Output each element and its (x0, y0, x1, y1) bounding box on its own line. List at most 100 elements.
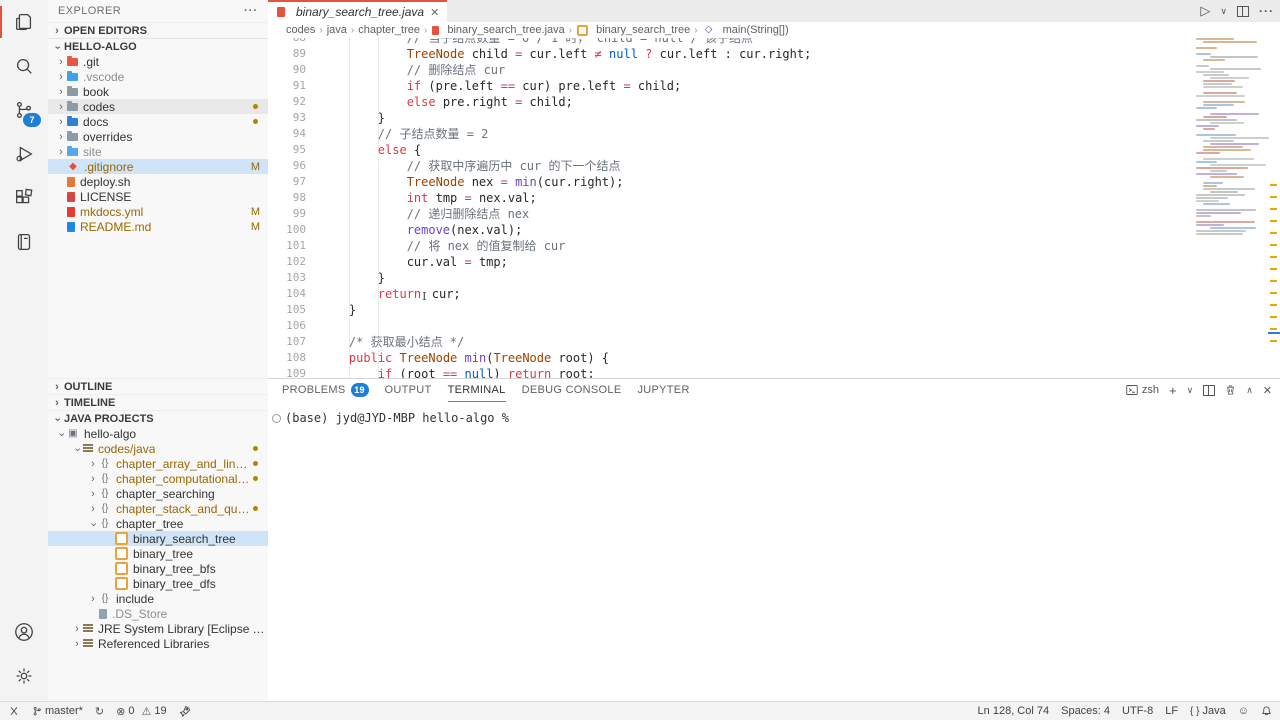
split-terminal-icon[interactable] (1203, 385, 1215, 396)
panel-tab-terminal[interactable]: TERMINAL (448, 379, 506, 402)
chevron-right-icon[interactable]: › (56, 86, 66, 98)
tree-item-book[interactable]: ›book (48, 84, 268, 99)
tree-item-jre-system-library-eclipse-temurin-17-17-[interactable]: ›JRE System Library [Eclipse Temurin 17 … (48, 621, 268, 636)
code-line-107[interactable]: 107/* 获取最小结点 */ (268, 334, 1280, 350)
code-line-92[interactable]: 92else pre.right = child; (268, 94, 1280, 110)
breadcrumb-item[interactable]: binary_search_tree (576, 24, 690, 36)
tree-item-hello-algo[interactable]: ›▣hello-algo (48, 426, 268, 441)
search-icon[interactable] (0, 44, 48, 88)
tree-item--git[interactable]: ›.git (48, 54, 268, 69)
account-icon[interactable] (0, 610, 48, 654)
run-dropdown-icon[interactable]: ∨ (1220, 6, 1227, 17)
breadcrumb-item[interactable]: chapter_tree (358, 24, 420, 36)
chevron-right-icon[interactable]: › (88, 488, 98, 500)
code-line-99[interactable]: 99// 递归删除结点 nex (268, 206, 1280, 222)
code-line-95[interactable]: 95else { (268, 142, 1280, 158)
chevron-right-icon[interactable]: › (56, 116, 66, 128)
remote-indicator[interactable] (8, 705, 20, 717)
tree-item--gitignore[interactable]: ◆.gitignoreM (48, 159, 268, 174)
tree-item-include[interactable]: ›{}include (48, 591, 268, 606)
tree-item-chapter-stack-and-queue[interactable]: ›{}chapter_stack_and_queue (48, 501, 268, 516)
chevron-right-icon[interactable]: › (72, 623, 82, 635)
sidebar-more-actions[interactable]: ··· (244, 5, 258, 17)
feedback-smiley-icon[interactable]: ☺ (1238, 705, 1249, 717)
code-line-89[interactable]: 89TreeNode child = cur.left ≠ null ? cur… (268, 46, 1280, 62)
breadcrumb-item[interactable]: java (327, 24, 347, 36)
chevron-right-icon[interactable]: › (88, 593, 98, 605)
code-line-98[interactable]: 98int tmp = nex.val; (268, 190, 1280, 206)
problems-status[interactable]: ⊗0 ⚠19 (116, 705, 166, 718)
encoding-status[interactable]: UTF-8 (1122, 705, 1153, 717)
tree-item-codes-java[interactable]: ›codes/java (48, 441, 268, 456)
code-line-103[interactable]: 103} (268, 270, 1280, 286)
chevron-down-icon[interactable]: › (56, 429, 68, 439)
code-line-96[interactable]: 96// 获取中序遍历中 cur 的下一个结点 (268, 158, 1280, 174)
chevron-right-icon[interactable]: › (88, 503, 98, 515)
code-line-101[interactable]: 101// 将 nex 的值复制给 cur (268, 238, 1280, 254)
breadcrumb-item[interactable]: codes (286, 24, 315, 36)
indentation-status[interactable]: Spaces: 4 (1061, 705, 1110, 717)
tree-item-chapter-array-and-linkedlist[interactable]: ›{}chapter_array_and_linkedlist (48, 456, 268, 471)
close-panel-icon[interactable]: ✕ (1263, 384, 1272, 397)
workspace-root[interactable]: › HELLO-ALGO (48, 38, 268, 54)
tree-item-chapter-tree[interactable]: ›{}chapter_tree (48, 516, 268, 531)
minimap[interactable] (1196, 38, 1268, 378)
tab-binary-search-tree[interactable]: binary_search_tree.java ✕ (268, 0, 447, 22)
maximize-panel-icon[interactable]: ∧ (1246, 385, 1253, 396)
trash-icon[interactable] (1225, 384, 1236, 396)
terminal-dropdown-icon[interactable]: ∨ (1187, 385, 1194, 396)
split-editor-icon[interactable] (1237, 6, 1249, 17)
git-branch-status[interactable]: master* (32, 705, 83, 717)
timeline-section[interactable]: › TIMELINE (48, 394, 268, 410)
tree-item-binary-tree[interactable]: binary_tree (48, 546, 268, 561)
tree-item-chapter-computational-complexity[interactable]: ›{}chapter_computational_complexity (48, 471, 268, 486)
chevron-right-icon[interactable]: › (56, 101, 66, 113)
chevron-right-icon[interactable]: › (72, 638, 82, 650)
explorer-icon[interactable] (0, 0, 48, 44)
chevron-right-icon[interactable]: › (56, 71, 66, 83)
tree-item-readme-md[interactable]: README.mdM (48, 219, 268, 234)
notifications-bell-icon[interactable] (1261, 705, 1272, 717)
panel-tab-problems[interactable]: PROBLEMS19 (282, 379, 369, 401)
chevron-down-icon[interactable]: › (72, 444, 84, 454)
code-line-104[interactable]: 104returnI cur; (268, 286, 1280, 302)
code-line-105[interactable]: 105} (268, 302, 1280, 318)
terminal-profile[interactable]: zsh (1126, 384, 1159, 396)
source-control-icon[interactable]: 7 (0, 88, 48, 132)
tree-item--vscode[interactable]: ›.vscode (48, 69, 268, 84)
code-editor[interactable]: 88// 当子结点数量 = 0 / 1 时， child = null / 该子… (268, 38, 1280, 378)
code-line-88[interactable]: 88// 当子结点数量 = 0 / 1 时， child = null / 该子… (268, 38, 1280, 46)
tree-item-deploy-sh[interactable]: deploy.sh (48, 174, 268, 189)
panel-tab-debug-console[interactable]: DEBUG CONSOLE (522, 379, 622, 401)
tree-item-overrides[interactable]: ›overrides (48, 129, 268, 144)
terminal-output[interactable]: (base) jyd@JYD-MBP hello-algo % (268, 401, 1280, 425)
close-icon[interactable]: ✕ (430, 6, 439, 19)
tree-item--ds-store[interactable]: .DS_Store (48, 606, 268, 621)
tree-item-binary-tree-dfs[interactable]: binary_tree_dfs (48, 576, 268, 591)
code-line-97[interactable]: 97TreeNode nex = min(cur.right); (268, 174, 1280, 190)
run-debug-icon[interactable] (0, 132, 48, 176)
chevron-right-icon[interactable]: › (88, 458, 98, 470)
tree-item-mkdocs-yml[interactable]: mkdocs.ymlM (48, 204, 268, 219)
cursor-position[interactable]: Ln 128, Col 74 (978, 705, 1050, 717)
notebook-icon[interactable] (0, 220, 48, 264)
code-line-102[interactable]: 102cur.val = tmp; (268, 254, 1280, 270)
breadcrumb-item[interactable]: ◇main(String[]) (702, 24, 789, 36)
tree-item-binary-tree-bfs[interactable]: binary_tree_bfs (48, 561, 268, 576)
chevron-right-icon[interactable]: › (56, 56, 66, 68)
java-projects-section[interactable]: › JAVA PROJECTS (48, 410, 268, 426)
outline-section[interactable]: › OUTLINE (48, 378, 268, 394)
code-line-106[interactable]: 106 (268, 318, 1280, 334)
code-line-109[interactable]: 109if (root == null) return root; (268, 366, 1280, 378)
panel-tab-jupyter[interactable]: JUPYTER (637, 379, 689, 401)
panel-tab-output[interactable]: OUTPUT (385, 379, 432, 401)
tree-item-binary-search-tree[interactable]: binary_search_tree (48, 531, 268, 546)
code-line-94[interactable]: 94// 子结点数量 = 2 (268, 126, 1280, 142)
run-button[interactable]: ▷ (1200, 3, 1210, 19)
code-line-91[interactable]: 91if (pre.left == cur) pre.left = child; (268, 78, 1280, 94)
chevron-right-icon[interactable]: › (56, 131, 66, 143)
tree-item-site[interactable]: ›site (48, 144, 268, 159)
breadcrumb-item[interactable]: binary_search_tree.java (431, 24, 564, 36)
code-line-93[interactable]: 93} (268, 110, 1280, 126)
chevron-right-icon[interactable]: › (88, 473, 98, 485)
